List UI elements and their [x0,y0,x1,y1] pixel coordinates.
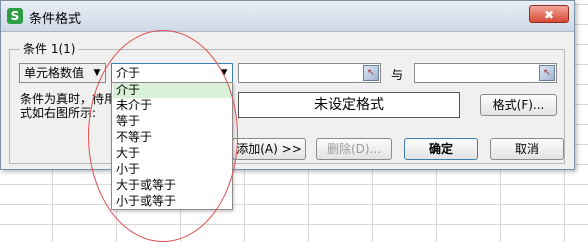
format-preview: 未设定格式 [238,92,460,118]
dropdown-option[interactable]: 未介于 [113,98,231,113]
dialog-title: 条件格式 [29,12,82,27]
close-button[interactable]: ✖ [529,5,569,23]
condition-type-value: 单元格数值 [24,66,85,80]
operator-value: 介于 [116,66,141,80]
value1-input[interactable]: ↖ [238,63,381,83]
operator-select[interactable]: 介于 ▼ [111,63,233,83]
ok-button[interactable]: 确定 [404,138,478,160]
dropdown-option[interactable]: 大于 [113,146,231,161]
wps-spreadsheet-icon: S [7,8,23,24]
value2-input[interactable]: ↖ [414,63,557,83]
dropdown-option[interactable]: 不等于 [113,130,231,145]
dropdown-option[interactable]: 介于 [113,83,231,98]
dropdown-option[interactable]: 小于 [113,162,231,177]
dropdown-option[interactable]: 小于或等于 [113,194,231,209]
condition-type-select[interactable]: 单元格数值 ▼ [19,63,106,83]
cancel-button[interactable]: 取消 [490,138,564,160]
format-button[interactable]: 格式(F)... [480,94,557,116]
dropdown-option[interactable]: 等于 [113,114,231,129]
range-picker-icon[interactable]: ↖ [363,65,379,81]
range-picker-icon[interactable]: ↖ [539,65,555,81]
operator-dropdown-list: 介于 未介于 等于 不等于 大于 小于 大于或等于 小于或等于 [111,82,233,210]
add-button[interactable]: 添加(A) >> [232,138,306,160]
dropdown-option[interactable]: 大于或等于 [113,178,231,193]
delete-button[interactable]: 删除(D)... [316,138,392,160]
title-bar: S 条件格式 ✖ [1,1,574,32]
and-label: 与 [391,68,404,82]
chevron-down-icon: ▼ [220,68,228,78]
chevron-down-icon: ▼ [93,68,101,78]
condition-group-label: 条件 1(1) [20,40,79,57]
